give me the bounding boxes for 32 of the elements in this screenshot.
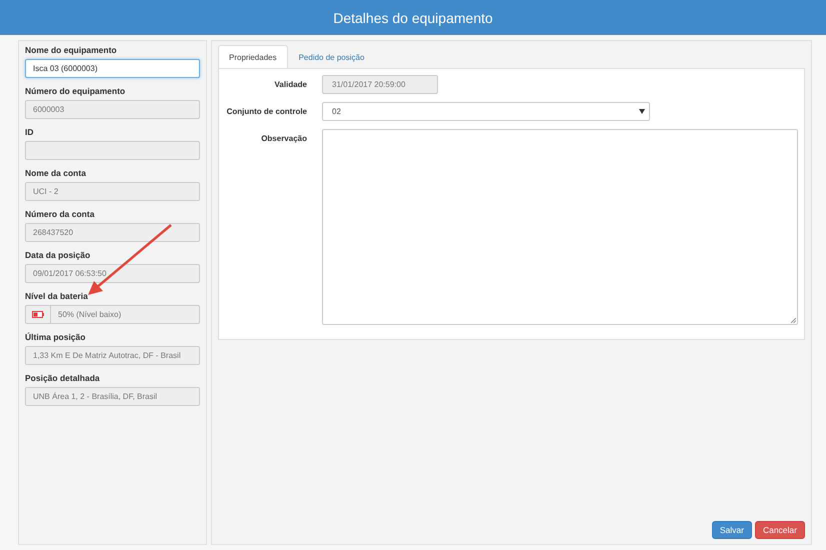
caret-icon xyxy=(639,109,645,114)
page-title: Detalhes do equipamento xyxy=(333,10,493,26)
field-label: Validade xyxy=(274,79,307,89)
input-field[interactable]: 6000003 xyxy=(25,100,200,119)
field-label: Conjunto de controle xyxy=(226,106,307,116)
tab[interactable]: Propriedades xyxy=(218,45,288,69)
field-label: ID xyxy=(25,127,34,137)
input-field[interactable]: 268437520 xyxy=(25,223,200,242)
input-field[interactable] xyxy=(25,141,200,160)
resize-grip-icon xyxy=(791,318,796,323)
input-field[interactable]: 1,33 Km E De Matriz Autotrac, DF - Brasil xyxy=(25,346,200,365)
input-field[interactable]: 09/01/2017 06:53:50 xyxy=(25,264,200,283)
input-field[interactable]: UCI - 2 xyxy=(25,182,200,201)
field-label: Número do equipamento xyxy=(25,86,126,96)
field-label: Posição detalhada xyxy=(25,373,101,383)
field-label: Número da conta xyxy=(25,209,96,219)
battery-field[interactable]: 50% (Nível baixo) xyxy=(25,305,200,324)
text-area[interactable] xyxy=(322,129,798,325)
field-label: Nome da conta xyxy=(25,168,87,178)
field-label: Observação xyxy=(260,133,307,143)
input-field[interactable]: 31/01/2017 20:59:00 xyxy=(322,75,438,94)
save-button[interactable]: Salvar xyxy=(712,521,752,539)
cancel-button[interactable]: Cancelar xyxy=(754,521,805,539)
select-field[interactable]: 02 xyxy=(322,102,650,121)
tab[interactable]: Pedido de posição xyxy=(288,45,376,69)
field-label: Nome do equipamento xyxy=(25,45,118,55)
field-label: Data da posição xyxy=(25,250,92,260)
input-field[interactable]: UNB Área 1, 2 - Brasília, DF, Brasil xyxy=(25,387,200,406)
input-field[interactable]: Isca 03 (6000003) xyxy=(25,59,200,78)
battery-icon xyxy=(32,311,44,318)
field-label: Última posição xyxy=(25,332,86,342)
field-label: Nível da bateria xyxy=(25,291,89,301)
